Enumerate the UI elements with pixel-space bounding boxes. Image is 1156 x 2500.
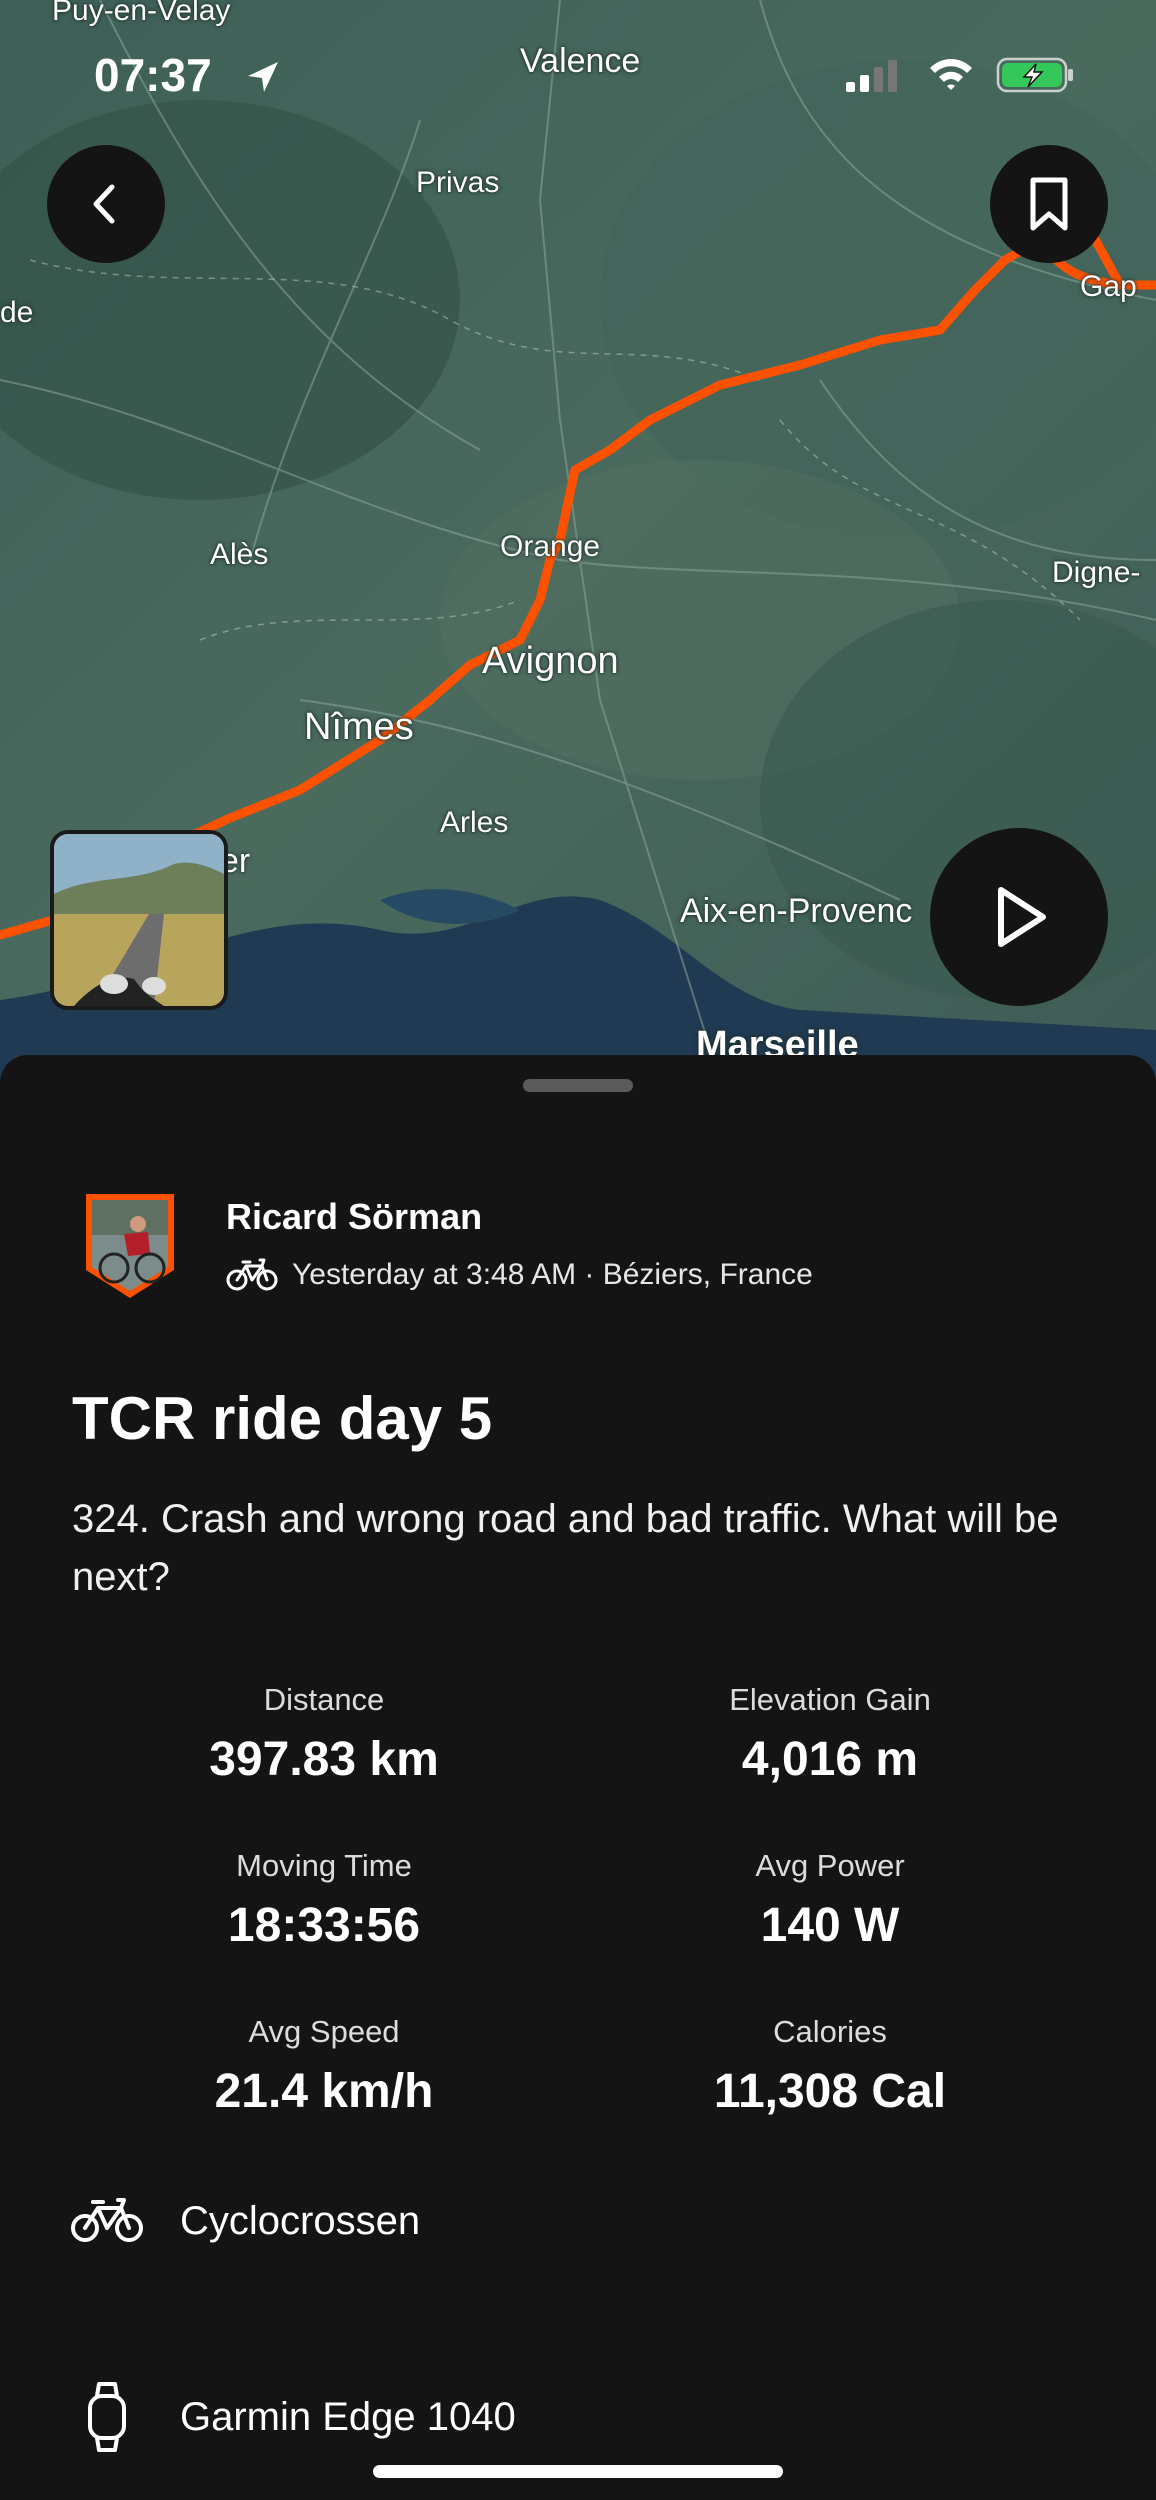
device-row[interactable]: Garmin Edge 1040 xyxy=(70,2380,516,2454)
gear-bike-row[interactable]: Cyclocrossen xyxy=(70,2196,420,2246)
activity-time-location: Yesterday at 3:48 AM · Béziers, France xyxy=(292,1258,813,1291)
stat-label: Avg Power xyxy=(755,1848,905,1883)
stat-label: Avg Speed xyxy=(248,2014,400,2049)
map-label: Arles xyxy=(440,806,509,839)
stat-value: 18:33:56 xyxy=(227,1899,421,1952)
battery-charging-icon xyxy=(996,57,1073,93)
map-label: de xyxy=(0,296,34,329)
map-label: Nîmes xyxy=(304,706,414,748)
activity-meta: Yesterday at 3:48 AM · Béziers, France xyxy=(226,1258,813,1292)
map-label: Avignon xyxy=(482,640,619,682)
stat-value: 397.83 km xyxy=(209,1733,439,1786)
activity-photo-thumbnail[interactable] xyxy=(50,830,228,1010)
home-indicator[interactable] xyxy=(373,2465,783,2478)
cellular-signal-icon xyxy=(846,60,897,92)
map-label: Digne- xyxy=(1052,556,1141,589)
watch-icon xyxy=(88,2382,126,2452)
bookmark-button[interactable] xyxy=(990,145,1108,263)
map-label: Aix-en-Provenc xyxy=(680,892,913,930)
athlete-name[interactable]: Ricard Sörman xyxy=(226,1196,482,1238)
play-icon xyxy=(998,887,1046,947)
stat-moving-time: Moving Time 18:33:56 xyxy=(64,1848,584,1953)
stat-label: Elevation Gain xyxy=(729,1682,931,1717)
activity-description: 324. Crash and wrong road and bad traffi… xyxy=(72,1497,1059,1599)
stat-value: 11,308 Cal xyxy=(713,2065,947,2118)
chevron-left-icon xyxy=(93,184,115,224)
athlete-avatar[interactable] xyxy=(80,1190,180,1302)
map-label: Privas xyxy=(416,166,500,199)
bike-icon xyxy=(226,1258,278,1291)
stat-elevation-gain: Elevation Gain 4,016 m xyxy=(570,1682,1090,1787)
stat-value: 4,016 m xyxy=(741,1733,919,1786)
bike-icon xyxy=(71,2198,143,2242)
stat-value: 140 W xyxy=(760,1899,900,1952)
status-time: 07:37 xyxy=(94,49,212,101)
status-bar: 07:37 xyxy=(0,0,1156,140)
bookmark-icon xyxy=(1030,177,1068,231)
wifi-icon xyxy=(930,59,972,90)
stat-label: Distance xyxy=(263,1682,385,1717)
map-label: Gap xyxy=(1080,270,1137,303)
map-label: Orange xyxy=(500,530,601,563)
device-name: Garmin Edge 1040 xyxy=(180,2394,516,2439)
stat-label: Calories xyxy=(773,2014,887,2049)
activity-title: TCR ride day 5 xyxy=(72,1385,493,1452)
stat-label: Moving Time xyxy=(236,1848,412,1883)
bike-name: Cyclocrossen xyxy=(180,2198,421,2243)
sheet-drag-handle[interactable] xyxy=(523,1079,633,1092)
stat-distance: Distance 397.83 km xyxy=(64,1682,584,1787)
location-arrow-icon xyxy=(248,62,278,92)
stat-calories: Calories 11,308 Cal xyxy=(570,2014,1090,2119)
play-flyover-button[interactable] xyxy=(930,828,1108,1006)
map-label: Alès xyxy=(210,538,269,571)
stat-avg-power: Avg Power 140 W xyxy=(570,1848,1090,1953)
back-button[interactable] xyxy=(47,145,165,263)
stat-avg-speed: Avg Speed 21.4 km/h xyxy=(64,2014,584,2119)
stat-value: 21.4 km/h xyxy=(214,2065,434,2118)
